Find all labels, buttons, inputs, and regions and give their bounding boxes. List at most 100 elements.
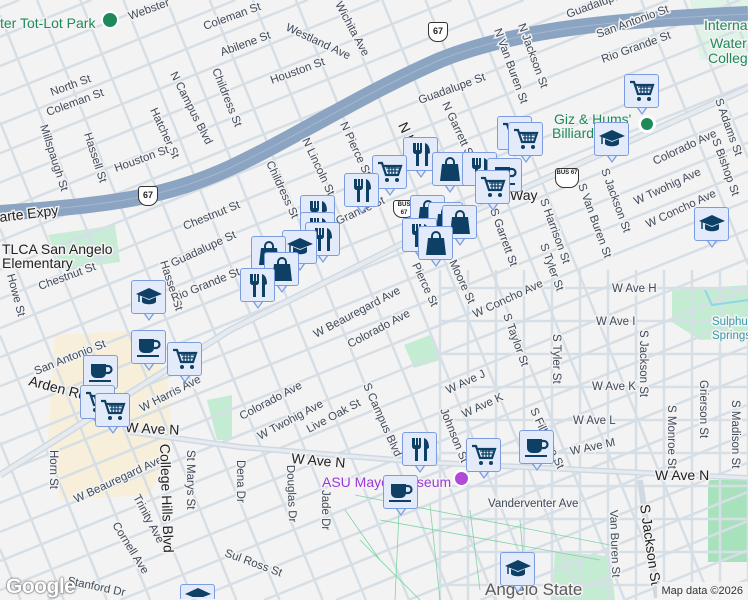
marker-box [594, 122, 629, 156]
map-label: W Ave N [291, 450, 346, 471]
map-label: Webster [127, 0, 171, 23]
marker-box [694, 207, 729, 241]
shopping-cart-icon [629, 79, 655, 103]
coffee-marker[interactable] [131, 330, 167, 376]
bag-marker[interactable] [418, 226, 454, 272]
marker-box [240, 268, 275, 302]
graduation-cap-icon [598, 128, 626, 150]
map-label: S Campus Blvd [360, 381, 403, 458]
map-label: Jade Dr [319, 490, 331, 530]
grad-marker[interactable] [594, 122, 630, 168]
map-label: Sulphur [712, 316, 748, 328]
map-label: Water [710, 35, 747, 51]
grad-marker[interactable] [694, 207, 730, 253]
restaurant-fork-knife-icon [409, 141, 433, 167]
marker-box [131, 330, 166, 364]
map-canvas[interactable]: ter Tot-Lot Park Webster Coleman St Abilene… [0, 0, 748, 600]
map-label: Elementary [2, 255, 73, 271]
map-label: International [704, 17, 748, 33]
map-label: S Jackson St [637, 503, 664, 586]
shopping-cart-icon [377, 160, 403, 184]
map-label: Springs [712, 330, 748, 342]
shopping-bag-icon [424, 230, 448, 256]
marker-box [500, 552, 535, 586]
park-area [708, 480, 748, 562]
shopping-cart-icon [172, 347, 198, 371]
map-attribution[interactable]: Map data ©2026 [656, 582, 748, 600]
shopping-cart-icon [100, 398, 126, 422]
map-label: W Ave K [592, 381, 636, 393]
map-label: Guadalupe St [417, 71, 488, 107]
map-label: W Ave L [573, 415, 616, 427]
map-label: Houston St [113, 144, 171, 175]
map-label: Van Buren St [607, 510, 621, 579]
map-label: S Tyler St [550, 334, 562, 384]
shopping-cart-icon [513, 127, 539, 151]
shopping-cart-icon [471, 443, 497, 467]
map-label: St Marys St [184, 450, 196, 510]
cart-marker[interactable] [466, 438, 502, 484]
cart-marker[interactable] [475, 170, 511, 216]
grad-marker[interactable] [500, 552, 536, 598]
bus-67-shield: BUS 67 [555, 168, 579, 188]
restaurant-fork-knife-icon [408, 436, 432, 462]
coffee-marker[interactable] [519, 430, 555, 476]
shopping-bag-icon [438, 156, 462, 182]
marker-box [131, 280, 166, 314]
grad-marker[interactable] [180, 584, 216, 600]
us-67-shield: 67 [138, 186, 158, 206]
coffee-cup-icon [136, 335, 162, 359]
marker-box [519, 430, 554, 464]
map-label: Dena Dr [234, 460, 246, 503]
cart-marker[interactable] [624, 74, 660, 120]
map-label: ter Tot-Lot Park [0, 15, 96, 31]
map-label: Douglas Dr [284, 465, 298, 523]
restaurant-fork-knife-icon [350, 177, 374, 203]
coffee-cup-icon [524, 435, 550, 459]
fork-marker[interactable] [240, 268, 276, 314]
map-label: Vanderventer Ave [488, 498, 578, 510]
graduation-cap-icon [184, 586, 212, 597]
graduation-cap-icon [504, 558, 532, 580]
marker-box [344, 173, 379, 207]
map-label: S Jackson St [637, 330, 649, 398]
map-label: N Lincoln St [299, 136, 336, 198]
fork-marker[interactable] [344, 173, 380, 219]
coffee-cup-icon [88, 360, 114, 384]
marker-box [383, 475, 418, 509]
coffee-cup-icon [388, 480, 414, 504]
coffee-marker[interactable] [383, 475, 419, 521]
map-label: W Ave N [655, 467, 709, 483]
map-label: Stanford Dr [66, 575, 126, 599]
grad-marker[interactable] [131, 280, 167, 326]
map-label: Chestnut St [182, 199, 243, 233]
restaurant-fork-knife-icon [246, 272, 270, 298]
google-logo: Google [6, 575, 76, 598]
map-label: S Madison St [729, 400, 741, 469]
marker-box [418, 226, 453, 260]
park-tree-icon[interactable] [101, 11, 119, 29]
graduation-cap-icon [698, 213, 726, 235]
shopping-cart-icon [480, 175, 506, 199]
marker-box [624, 74, 659, 108]
marker-box [466, 438, 501, 472]
marker-box [402, 432, 437, 466]
map-label: College [708, 50, 748, 66]
us-67-shield: 67 [428, 22, 448, 42]
marker-box [95, 393, 130, 427]
fork-marker[interactable] [402, 432, 438, 478]
marker-box [83, 355, 118, 389]
map-label: W Ave N [125, 419, 180, 438]
marker-box [180, 584, 215, 599]
marker-box [508, 122, 543, 156]
street [0, 0, 20, 9]
park-area [404, 335, 440, 368]
map-label: W Ave H [612, 283, 657, 295]
cart-marker[interactable] [95, 393, 131, 439]
graduation-cap-icon [135, 286, 163, 308]
cart-marker[interactable] [167, 342, 203, 388]
map-label: S Monroe St [665, 405, 677, 470]
marker-box [167, 342, 202, 376]
map-label: Millspaugh St [37, 123, 70, 193]
map-label: W Ave I [596, 316, 635, 328]
